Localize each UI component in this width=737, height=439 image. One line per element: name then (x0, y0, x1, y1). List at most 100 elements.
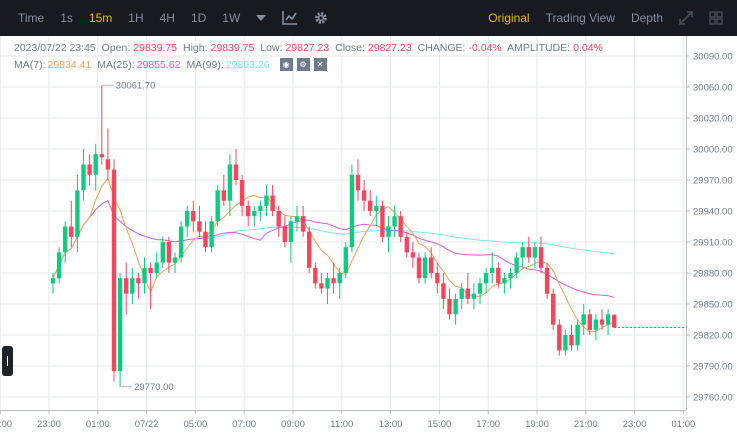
candle-body (111, 169, 117, 372)
candle-body (447, 298, 452, 315)
interval-time[interactable]: Time (10, 11, 52, 25)
candle (557, 319, 562, 356)
candle-body (307, 231, 312, 268)
more-intervals-dropdown-icon[interactable] (248, 15, 274, 21)
info-amplitude-label: AMPLITUDE: (507, 42, 571, 54)
y-tick-label: 29850.00 (693, 300, 733, 311)
interval-1w[interactable]: 1W (214, 11, 248, 25)
y-tick-label: 29790.00 (693, 362, 733, 373)
candle (349, 164, 355, 253)
info-high-label: High: (183, 42, 208, 54)
candle (544, 262, 550, 299)
candle-body (233, 164, 239, 180)
candle-body (197, 221, 202, 232)
candle-body (319, 283, 324, 289)
candle-body (124, 278, 129, 294)
ma-close-icon[interactable]: ✕ (313, 58, 327, 71)
candle-body (172, 257, 178, 263)
candle-body (508, 273, 513, 279)
candle (215, 185, 220, 227)
candle-body (557, 324, 562, 351)
info-low-label: Low: (260, 42, 283, 54)
candle-body (325, 278, 330, 289)
candle (111, 159, 117, 382)
layout-grid-icon[interactable] (701, 11, 731, 25)
info-open-value: 29839.75 (133, 42, 178, 54)
candle-body (349, 174, 355, 248)
price-axis[interactable]: 30090.00 30060.00 30030.00 30000.00 29970.00… (686, 36, 737, 434)
x-tick-label: 01:00 (672, 419, 696, 430)
info-close-label: Close: (335, 42, 365, 54)
y-tick-label: 30060.00 (693, 83, 733, 94)
candle-body (148, 267, 153, 273)
candle-body (410, 252, 416, 258)
left-scroll-handle[interactable] (2, 346, 13, 376)
interval-group: Time 1s 15m 1H 4H 1D 1W (0, 11, 336, 25)
indicators-icon[interactable] (274, 11, 306, 25)
view-trading-view-tab[interactable]: Trading View (538, 11, 623, 25)
candle-body (581, 314, 586, 325)
interval-1h[interactable]: 1H (120, 11, 151, 25)
candle-body (441, 283, 446, 299)
candle-body (185, 211, 190, 227)
view-depth-tab[interactable]: Depth (623, 11, 671, 25)
chart-area[interactable]: 30061.70 29770.00 29827.23 30090.00 30060.0… (0, 36, 737, 434)
low-marker-label: 29770.00 (134, 382, 174, 393)
candlestick-chart[interactable]: 30061.70 29770.00 29827.23 30090.00 30060.0… (0, 36, 737, 434)
interval-4h[interactable]: 4H (152, 11, 183, 25)
candle-body (599, 319, 605, 325)
candle-body (459, 288, 464, 299)
interval-15m[interactable]: 15m (81, 11, 120, 25)
price-axis-background (686, 36, 737, 434)
y-tick-label: 30090.00 (693, 52, 733, 63)
candle-body (136, 278, 141, 284)
candle-body (282, 226, 287, 242)
candle-body (392, 216, 397, 227)
candle-body (288, 221, 294, 242)
info-datetime: 2023/07/22 23:45 (14, 42, 96, 54)
ma99-value: 29893.26 (225, 58, 270, 71)
ma-visibility-eye-icon[interactable]: ◉ (279, 58, 293, 71)
candle-body (276, 211, 281, 227)
interval-1s[interactable]: 1s (52, 11, 81, 25)
candle-body (435, 273, 440, 284)
x-tick-label: 01:00 (86, 419, 110, 430)
fullscreen-expand-icon[interactable] (671, 11, 701, 25)
x-tick-label: 21:00 (0, 419, 12, 430)
interval-1d[interactable]: 1D (183, 11, 214, 25)
candle-body (337, 273, 342, 284)
ma-settings-gear-icon[interactable]: ⚙ (296, 58, 310, 71)
candle-body (538, 247, 544, 268)
candle-body (471, 293, 477, 299)
candle (380, 200, 385, 242)
time-axis[interactable]: 21:00 23:00 01:00 07/22 05:00 07:00 09:00 11:00… (0, 410, 695, 430)
candle-body (81, 164, 86, 191)
candle-body (465, 288, 470, 299)
candle-body (178, 226, 184, 258)
candle-body (368, 200, 373, 211)
candle-body (264, 195, 269, 206)
info-high-value: 29839.75 (210, 42, 255, 54)
candle-body (313, 267, 318, 284)
info-close-value: 29827.23 (367, 42, 412, 54)
candle-body (612, 314, 617, 328)
view-group: Original Trading View Depth (480, 11, 737, 25)
candle-body (575, 324, 580, 346)
candle-body (520, 247, 525, 258)
candle-body (117, 278, 123, 372)
y-tick-label: 29820.00 (693, 331, 733, 342)
candle-body (563, 335, 568, 351)
settings-gear-icon[interactable] (306, 11, 336, 25)
candle-body (154, 262, 159, 273)
x-tick-label: 11:00 (330, 419, 353, 430)
candle-body (246, 205, 251, 217)
info-amplitude-value: 0.04% (573, 42, 603, 54)
y-tick-label: 29940.00 (693, 207, 733, 218)
y-tick-label: 29880.00 (693, 269, 733, 280)
candle-body (514, 257, 519, 273)
ma7-label: MA(7): (14, 58, 46, 71)
candle (551, 288, 556, 330)
x-tick-label: 23:00 (623, 419, 647, 430)
candle-body (215, 190, 220, 222)
view-original-tab[interactable]: Original (480, 11, 537, 25)
